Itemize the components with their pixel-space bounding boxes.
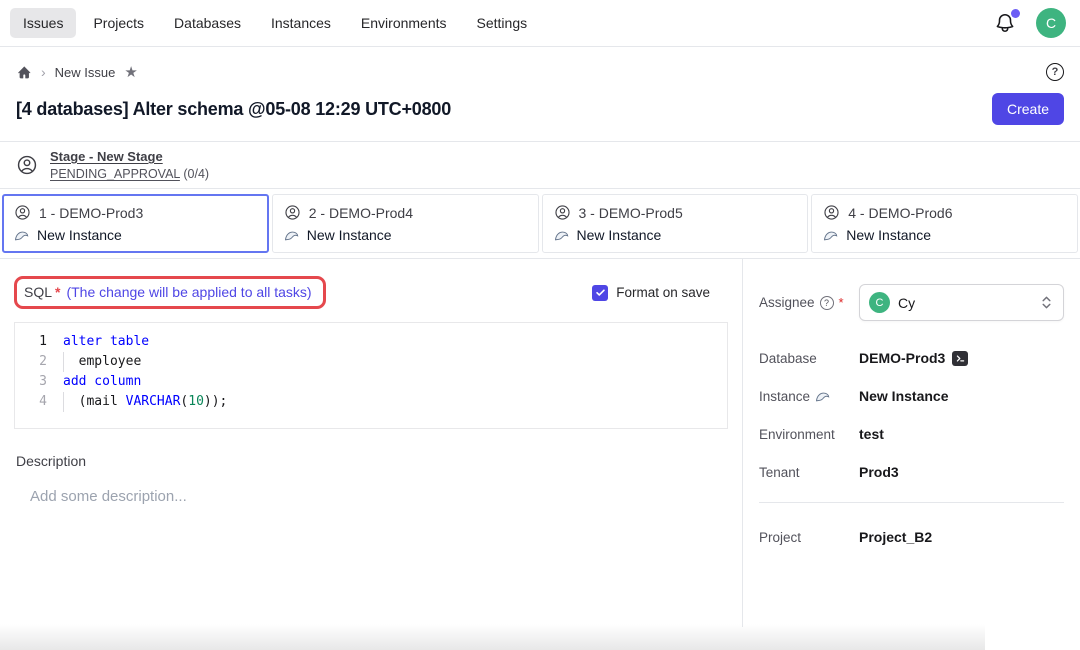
stage-link[interactable]: Stage - New Stage xyxy=(50,149,209,164)
editor-line: 3 add column xyxy=(15,372,727,392)
mysql-engine-icon xyxy=(284,228,299,243)
notifications-bell-icon[interactable] xyxy=(994,12,1016,34)
field-database: Database DEMO-Prod3 xyxy=(759,350,1064,366)
sql-label: SQL xyxy=(24,284,52,300)
stage-progress: (0/4) xyxy=(180,167,209,181)
description-input[interactable]: Add some description... xyxy=(30,488,728,505)
task-tabs: 1 - DEMO-Prod3 New Instance 2 - DEMO-Pro… xyxy=(0,189,1080,259)
field-instance: Instance New Instance xyxy=(759,388,1064,404)
sidebar-divider xyxy=(759,502,1064,503)
task-card-3[interactable]: 3 - DEMO-Prod5 New Instance xyxy=(542,194,809,253)
assignee-avatar: C xyxy=(869,292,890,313)
nav-item-issues[interactable]: Issues xyxy=(10,8,76,38)
nav-item-projects[interactable]: Projects xyxy=(80,8,157,38)
user-avatar[interactable]: C xyxy=(1036,8,1066,38)
mysql-engine-icon xyxy=(815,389,830,404)
format-on-save-toggle[interactable]: Format on save xyxy=(592,285,710,301)
breadcrumb-separator: › xyxy=(41,64,46,80)
nav-item-environments[interactable]: Environments xyxy=(348,8,460,38)
top-nav: Issues Projects Databases Instances Envi… xyxy=(0,0,1080,47)
task-card-2[interactable]: 2 - DEMO-Prod4 New Instance xyxy=(272,194,539,253)
home-icon[interactable] xyxy=(16,64,32,80)
format-on-save-label: Format on save xyxy=(616,285,710,300)
issue-sidebar: Assignee ? * C Cy Database DEMO-Prod3 xyxy=(742,259,1080,627)
assignee-name: Cy xyxy=(898,295,915,311)
description-label: Description xyxy=(14,453,728,469)
editor-line: 1 alter table xyxy=(15,332,727,352)
nav-item-databases[interactable]: Databases xyxy=(161,8,254,38)
stage-status[interactable]: PENDING_APPROVAL xyxy=(50,167,180,181)
breadcrumb: › New Issue ★ ? xyxy=(0,47,1080,85)
assignee-help-icon[interactable]: ? xyxy=(820,296,834,310)
field-project: Project Project_B2 xyxy=(759,529,1064,545)
pending-approver-icon xyxy=(14,204,31,221)
select-chevrons-icon xyxy=(1039,295,1054,310)
create-button[interactable]: Create xyxy=(992,93,1064,125)
issue-page: Issues Projects Databases Instances Envi… xyxy=(0,0,1080,650)
field-environment: Environment test xyxy=(759,426,1064,442)
sql-editor-link-icon[interactable] xyxy=(952,351,968,366)
sql-note: (The change will be applied to all tasks… xyxy=(66,284,311,300)
breadcrumb-current: New Issue xyxy=(55,65,116,80)
sql-editor[interactable]: 1 alter table 2 employee 3 add column 4 … xyxy=(14,322,728,429)
task-card-1[interactable]: 1 - DEMO-Prod3 New Instance xyxy=(2,194,269,253)
title-row: [4 databases] Alter schema @05-08 12:29 … xyxy=(0,85,1080,141)
notification-dot xyxy=(1011,9,1020,18)
stage-status-line: PENDING_APPROVAL (0/4) xyxy=(50,167,209,181)
mysql-engine-icon xyxy=(823,228,838,243)
bottom-edge-shadow xyxy=(0,624,985,650)
task-card-4[interactable]: 4 - DEMO-Prod6 New Instance xyxy=(811,194,1078,253)
mysql-engine-icon xyxy=(14,228,29,243)
page-title: [4 databases] Alter schema @05-08 12:29 … xyxy=(16,99,451,120)
nav-item-instances[interactable]: Instances xyxy=(258,8,344,38)
editor-line: 4 (mail VARCHAR(10)); xyxy=(15,392,727,412)
assignee-required-asterisk: * xyxy=(839,295,844,310)
approver-icon xyxy=(16,154,38,176)
assignee-select[interactable]: C Cy xyxy=(859,284,1064,321)
editor-line: 2 employee xyxy=(15,352,727,372)
main-area: SQL* (The change will be applied to all … xyxy=(0,259,1080,627)
pending-approver-icon xyxy=(284,204,301,221)
assignee-label-group: Assignee ? * xyxy=(759,295,859,310)
pending-approver-icon xyxy=(554,204,571,221)
sql-label-annotation-box: SQL* (The change will be applied to all … xyxy=(14,276,326,309)
required-asterisk: * xyxy=(55,284,60,300)
help-icon[interactable]: ? xyxy=(1046,63,1064,81)
format-on-save-checkbox[interactable] xyxy=(592,285,608,301)
star-icon[interactable]: ★ xyxy=(124,63,137,81)
nav-item-settings[interactable]: Settings xyxy=(464,8,541,38)
stage-section: Stage - New Stage PENDING_APPROVAL (0/4) xyxy=(0,141,1080,189)
pending-approver-icon xyxy=(823,204,840,221)
sql-panel: SQL* (The change will be applied to all … xyxy=(0,259,742,627)
mysql-engine-icon xyxy=(554,228,569,243)
field-tenant: Tenant Prod3 xyxy=(759,464,1064,480)
